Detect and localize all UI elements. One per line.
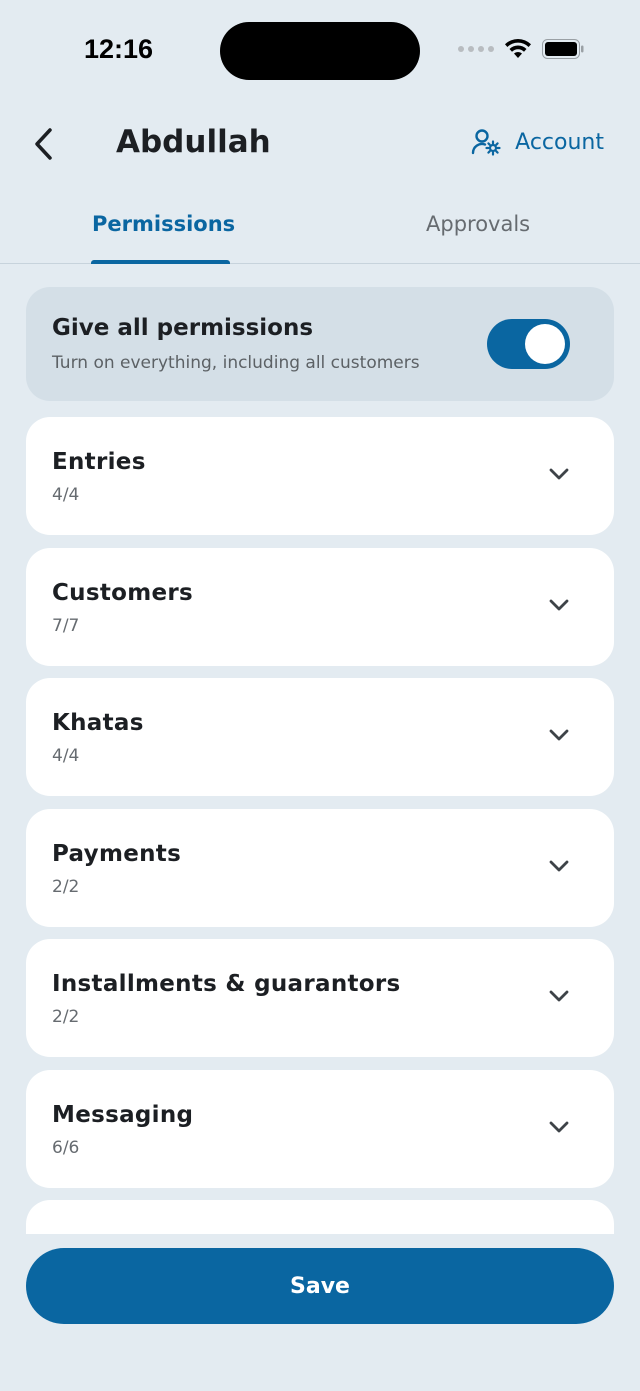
- save-button[interactable]: Save: [26, 1248, 614, 1324]
- page-title: Abdullah: [116, 124, 271, 160]
- account-button[interactable]: Account: [471, 128, 604, 156]
- tab-bar: Permissions Approvals: [0, 196, 640, 264]
- give-all-permissions-card: Give all permissions Turn on everything,…: [26, 287, 614, 401]
- permission-group-khatas[interactable]: Khatas 4/4: [26, 678, 614, 796]
- status-icons: [458, 38, 584, 60]
- permission-group-installments[interactable]: Installments & guarantors 2/2: [26, 939, 614, 1057]
- give-all-toggle[interactable]: [487, 319, 570, 369]
- toggle-knob: [525, 324, 565, 364]
- tab-approvals[interactable]: Approvals: [426, 212, 530, 236]
- battery-icon: [542, 39, 584, 59]
- status-time: 12:16: [84, 34, 154, 64]
- chevron-left-icon: [35, 128, 52, 160]
- permission-group-title: Customers: [52, 579, 194, 606]
- permission-group-title: Installments & guarantors: [52, 971, 401, 997]
- chevron-down-icon[interactable]: [548, 989, 570, 1003]
- header: Abdullah Account: [0, 110, 640, 178]
- active-tab-indicator: [91, 260, 230, 264]
- permission-group-title: Entries: [52, 449, 146, 475]
- permission-group-title: Payments: [52, 840, 182, 867]
- chevron-down-icon[interactable]: [548, 1120, 570, 1134]
- permission-group-title: Messaging: [52, 1101, 194, 1128]
- wifi-icon: [505, 38, 531, 58]
- permission-group-count: 7/7: [52, 615, 80, 636]
- chevron-down-icon[interactable]: [548, 467, 570, 481]
- chevron-down-icon[interactable]: [548, 728, 570, 742]
- account-label: Account: [515, 129, 604, 155]
- permission-group-partial[interactable]: [26, 1200, 614, 1234]
- permission-group-count: 2/2: [52, 1007, 80, 1027]
- user-settings-icon: [471, 129, 501, 156]
- give-all-subtitle: Turn on everything, including all custom…: [52, 353, 420, 373]
- cellular-signal-icon: [458, 46, 494, 52]
- permission-group-customers[interactable]: Customers 7/7: [26, 547, 614, 666]
- tab-permissions[interactable]: Permissions: [92, 212, 235, 236]
- permission-group-count: 4/4: [52, 485, 80, 505]
- chevron-down-icon[interactable]: [548, 859, 570, 873]
- give-all-title: Give all permissions: [52, 315, 314, 341]
- permission-group-title: Khatas: [52, 710, 144, 736]
- permission-group-count: 4/4: [52, 746, 80, 766]
- permission-group-count: 6/6: [52, 1137, 80, 1158]
- permission-group-payments[interactable]: Payments 2/2: [26, 808, 614, 927]
- permission-group-entries[interactable]: Entries 4/4: [26, 417, 614, 535]
- dynamic-island: [220, 22, 420, 80]
- chevron-down-icon[interactable]: [548, 598, 570, 612]
- permissions-list[interactable]: Give all permissions Turn on everything,…: [26, 287, 614, 1234]
- back-button[interactable]: [30, 126, 60, 162]
- status-bar: 12:16: [0, 0, 640, 100]
- permission-group-count: 2/2: [52, 876, 80, 897]
- permission-group-messaging[interactable]: Messaging 6/6: [26, 1069, 614, 1188]
